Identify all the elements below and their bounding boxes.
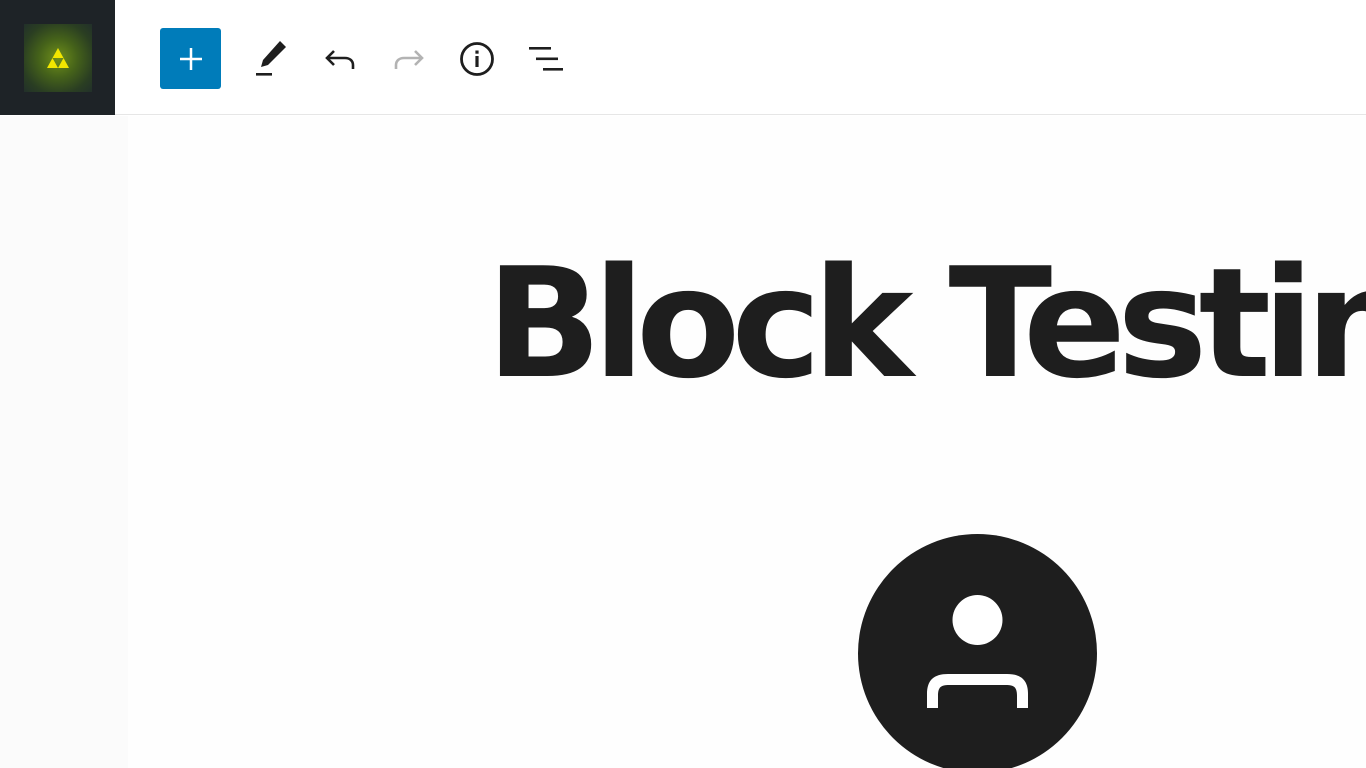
details-button[interactable] [446, 28, 507, 89]
avatar-block[interactable] [858, 534, 1097, 768]
user-avatar-icon [927, 595, 1028, 708]
redo-button[interactable] [378, 28, 439, 89]
canvas-gutter [0, 116, 128, 768]
triforce-logo-icon [46, 47, 69, 68]
pencil-icon [255, 40, 286, 76]
info-icon [459, 41, 494, 76]
list-view-button[interactable] [515, 28, 576, 89]
list-view-icon [528, 46, 563, 71]
plus-icon [179, 47, 202, 70]
undo-button[interactable] [309, 28, 370, 89]
tools-button[interactable] [240, 28, 301, 89]
editor-header-toolbar [0, 0, 1366, 115]
redo-arrow-icon [394, 49, 424, 69]
block-inserter-button[interactable] [160, 28, 221, 89]
block-editor-app: Block Testing [0, 0, 1366, 768]
site-icon [23, 23, 92, 92]
editor-canvas[interactable]: Block Testing [0, 116, 1366, 768]
post-title[interactable]: Block Testing [486, 248, 1366, 400]
site-logo-button[interactable] [0, 0, 115, 115]
undo-arrow-icon [324, 49, 354, 69]
